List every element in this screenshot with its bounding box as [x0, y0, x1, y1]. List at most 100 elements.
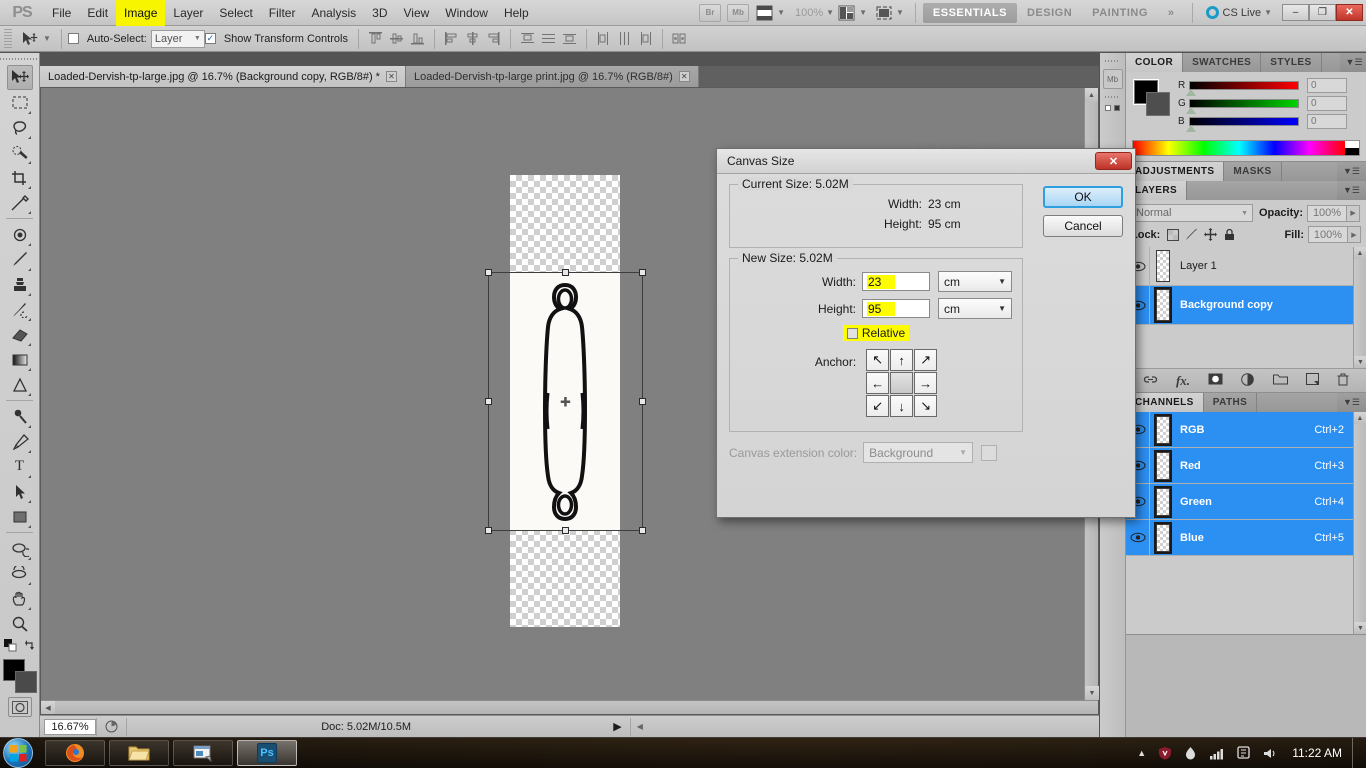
color-spectrum-gradient[interactable] [1133, 141, 1345, 155]
taskbar-clock[interactable]: 11:22 AM [1292, 746, 1342, 760]
relative-checkbox[interactable] [847, 328, 858, 339]
scroll-left-icon[interactable]: ◀ [41, 701, 55, 714]
color-value-b[interactable]: 0 [1307, 114, 1347, 129]
canvas-horizontal-scrollbar[interactable]: ◀ [41, 700, 1098, 714]
fill-field[interactable]: 100% [1308, 226, 1348, 243]
align-horizontal-centers-button[interactable] [464, 30, 481, 47]
distribute-left-edges-button[interactable] [595, 30, 612, 47]
channels-scrollbar[interactable]: ▲ ▼ [1353, 412, 1366, 634]
tab-swatches[interactable]: SWATCHES [1183, 53, 1261, 72]
horizontal-type-tool[interactable]: T [7, 454, 33, 479]
document-tab-active[interactable]: Loaded-Dervish-tp-large.jpg @ 16.7% (Bac… [40, 66, 406, 87]
options-bar-grip[interactable] [4, 29, 12, 49]
channel-thumbnail[interactable] [1156, 416, 1170, 444]
anchor-top-left[interactable]: ↖ [866, 349, 889, 371]
rail-color-swatches[interactable] [1100, 105, 1125, 111]
scroll-up-icon[interactable]: ▲ [1085, 88, 1098, 102]
snipping-tool-taskbar-item[interactable] [173, 740, 233, 766]
color-spectrum-ramp[interactable] [1132, 140, 1360, 156]
eyedropper-tool[interactable] [7, 190, 33, 215]
launch-bridge-button[interactable]: Br [699, 4, 721, 22]
tool-color-swatches[interactable] [3, 659, 37, 693]
menu-item-3d[interactable]: 3D [364, 0, 395, 26]
3d-orbit-tool[interactable] [7, 561, 33, 586]
transform-handle-middle-left[interactable] [485, 398, 492, 405]
cs-live-button[interactable]: CS Live ▼ [1206, 6, 1272, 19]
distribute-top-edges-button[interactable] [519, 30, 536, 47]
show-desktop-button[interactable] [1352, 738, 1362, 768]
dock-rail-grip-2[interactable] [1105, 92, 1120, 102]
anchor-bottom-right[interactable]: ↘ [914, 395, 937, 417]
new-height-unit-dropdown[interactable]: cm ▼ [938, 298, 1012, 319]
menu-item-help[interactable]: Help [496, 0, 537, 26]
scroll-down-icon[interactable]: ▼ [1354, 622, 1366, 634]
volume-icon[interactable] [1263, 747, 1278, 760]
marquee-tool[interactable] [7, 90, 33, 115]
new-group-icon[interactable] [1273, 373, 1288, 388]
background-color-swatch[interactable] [15, 671, 37, 693]
default-colors-icon[interactable] [4, 639, 17, 655]
tools-panel-grip[interactable] [0, 53, 39, 65]
link-layers-icon[interactable] [1143, 374, 1158, 388]
quick-selection-tool[interactable] [7, 140, 33, 165]
mini-bridge-rail-button[interactable]: Mb [1103, 69, 1123, 89]
brush-tool[interactable] [7, 247, 33, 272]
layer-thumbnail[interactable] [1156, 289, 1170, 321]
eraser-tool[interactable] [7, 322, 33, 347]
close-icon[interactable]: ✕ [679, 71, 690, 82]
arrange-documents-icon[interactable]: ▼ [838, 5, 867, 21]
color-value-g[interactable]: 0 [1307, 96, 1347, 111]
canvas-extension-color-swatch[interactable] [981, 445, 997, 461]
color-slider-track-r[interactable] [1189, 81, 1299, 90]
transform-handle-middle-right[interactable] [639, 398, 646, 405]
transform-handle-top-right[interactable] [639, 269, 646, 276]
layers-panel-menu-icon[interactable]: ▼☰ [1337, 181, 1366, 200]
dialog-close-button[interactable]: ✕ [1095, 152, 1132, 170]
lock-transparent-pixels-icon[interactable] [1165, 227, 1180, 242]
color-spectrum-blackwhite[interactable] [1345, 141, 1359, 155]
channel-thumbnail[interactable] [1156, 524, 1170, 552]
zoom-tool[interactable] [7, 611, 33, 636]
document-tab-print[interactable]: Loaded-Dervish-tp-large print.jpg @ 16.7… [406, 66, 699, 87]
anchor-top-right[interactable]: ↗ [914, 349, 937, 371]
menu-item-window[interactable]: Window [437, 0, 496, 26]
3d-rotate-tool[interactable] [7, 536, 33, 561]
layer-mask-icon[interactable] [1208, 373, 1223, 388]
transform-bounding-box[interactable]: ✚ [488, 272, 643, 531]
view-extras-icon[interactable]: ▼ [756, 5, 785, 21]
adjustment-layer-icon[interactable] [1241, 373, 1255, 389]
firefox-taskbar-item[interactable] [45, 740, 105, 766]
show-hidden-icons[interactable]: ▲ [1137, 748, 1146, 758]
distribute-right-edges-button[interactable] [637, 30, 654, 47]
new-width-unit-dropdown[interactable]: cm ▼ [938, 271, 1012, 292]
layers-scrollbar[interactable]: ▲ ▼ [1353, 247, 1366, 368]
workspace-tab-design[interactable]: DESIGN [1017, 3, 1082, 23]
distribute-vertical-centers-button[interactable] [540, 30, 557, 47]
rail-fg-swatch[interactable] [1105, 105, 1111, 111]
transform-handle-bottom-center[interactable] [562, 527, 569, 534]
opacity-slider-arrow[interactable]: ▶ [1347, 205, 1360, 222]
rail-bg-swatch[interactable] [1114, 105, 1120, 111]
lock-position-icon[interactable] [1203, 227, 1218, 242]
color-slider-track-g[interactable] [1189, 99, 1299, 108]
photoshop-taskbar-item[interactable]: Ps [237, 740, 297, 766]
restore-button[interactable]: ❐ [1309, 4, 1336, 21]
menu-item-filter[interactable]: Filter [261, 0, 304, 26]
lock-all-icon[interactable] [1222, 227, 1237, 242]
zoom-chevron-down-icon[interactable]: ▼ [826, 8, 834, 17]
color-slider-r[interactable]: R 0 [1178, 78, 1360, 93]
move-tool[interactable] [7, 65, 33, 90]
launch-mini-bridge-button[interactable]: Mb [727, 4, 749, 22]
ok-button[interactable]: OK [1043, 186, 1123, 208]
crop-tool[interactable] [7, 165, 33, 190]
fill-slider-arrow[interactable]: ▶ [1348, 226, 1361, 243]
workspace-more-button[interactable]: » [1158, 3, 1185, 23]
align-bottom-edges-button[interactable] [409, 30, 426, 47]
blur-tool[interactable] [7, 372, 33, 397]
blend-mode-dropdown[interactable]: Normal ▼ [1131, 204, 1253, 222]
explorer-taskbar-item[interactable] [109, 740, 169, 766]
channel-row[interactable]: Blue Ctrl+5 [1126, 520, 1366, 556]
layer-row[interactable]: Layer 1 [1126, 247, 1366, 286]
opacity-field[interactable]: 100% [1307, 205, 1347, 222]
channels-panel-menu-icon[interactable]: ▼☰ [1337, 393, 1366, 412]
